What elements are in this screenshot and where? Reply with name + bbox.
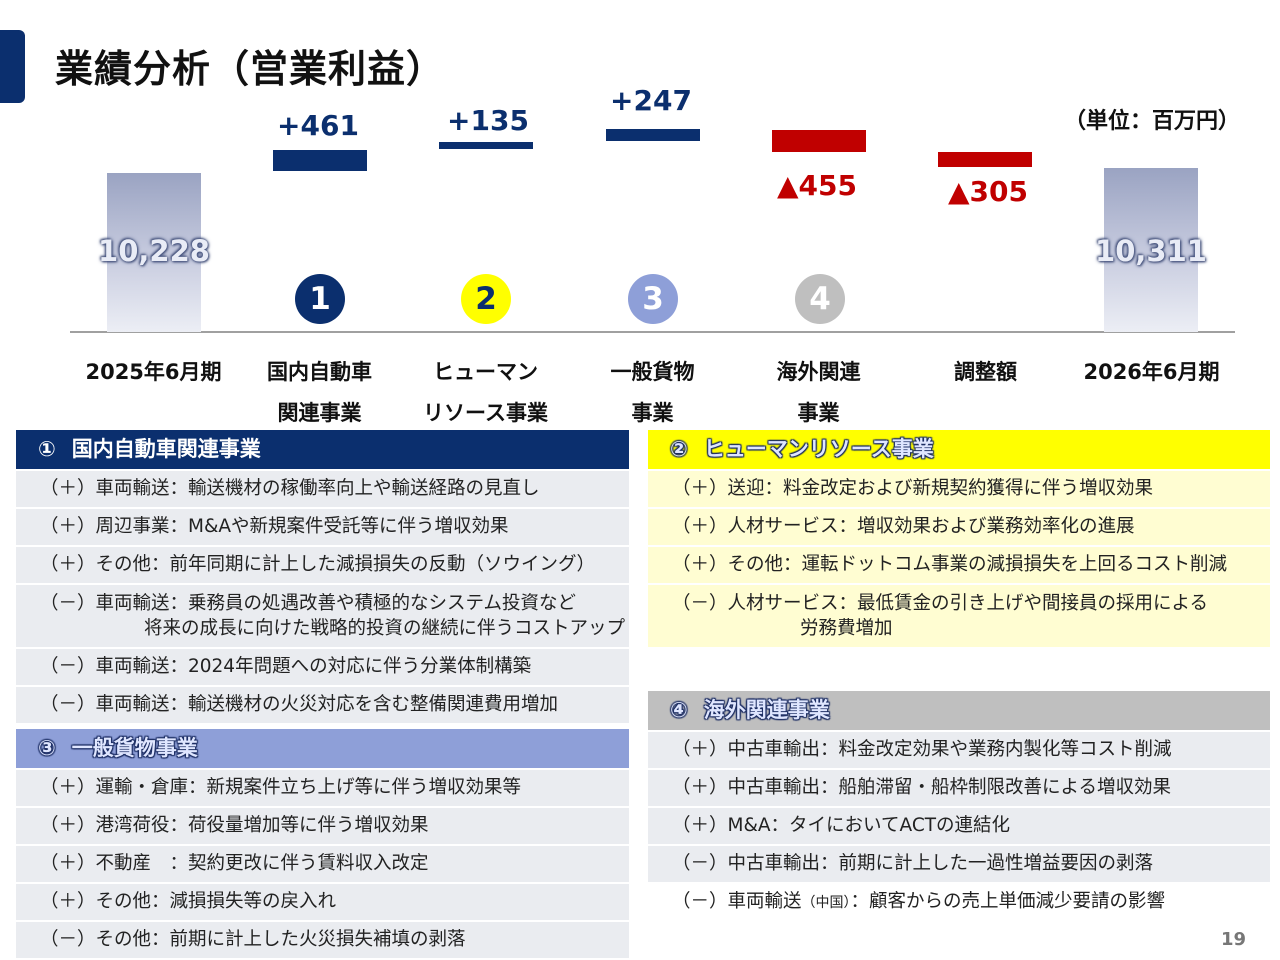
- list-item: （－）人材サービス：最低賃金の引き上げや間接員の採用による 労務費増加: [648, 585, 1270, 647]
- section-title: 海外関連事業: [703, 698, 830, 722]
- category-label-5: 調整額: [954, 360, 1017, 384]
- section-header: ③ 一般貨物事業: [16, 729, 629, 768]
- waterfall-chart: 10,228 +461 +135 +247 ▲455 ▲305 10,311 1…: [0, 0, 1280, 430]
- list-item-part: （－）車両輸送: [672, 891, 802, 912]
- category-label-line: 事業: [797, 401, 840, 425]
- section-number: ②: [670, 437, 688, 461]
- bar-delta-3: [606, 129, 700, 141]
- section-header: ① 国内自動車関連事業: [16, 430, 629, 469]
- list-item: （＋）港湾荷役：荷役量増加等に伴う増収効果: [16, 808, 629, 844]
- bar-delta-5: [938, 152, 1032, 167]
- list-item: （－）車両輸送：乗務員の処遇改善や積極的なシステム投資など 将来の成長に向けた戦…: [16, 585, 629, 647]
- list-item: （－）車両輸送：輸送機材の火災対応を含む整備関連費用増加: [16, 687, 629, 723]
- list-item: （＋）中古車輸出：船舶滞留・船枠制限改善による増収効果: [648, 770, 1270, 806]
- section-human-resources: ② ヒューマンリソース事業 （＋）送迎：料金改定および新規契約獲得に伴う増収効果 …: [648, 430, 1270, 647]
- list-item-line: （－）車両輸送：乗務員の処遇改善や積極的なシステム投資など: [40, 593, 576, 614]
- list-item-line: 労務費増加: [800, 618, 893, 639]
- list-item-line: 将来の成長に向けた戦略的投資の継続に伴うコストアップ: [144, 618, 626, 639]
- category-label-1: 国内自動車 関連事業: [232, 352, 407, 434]
- marker-circle-4: 4: [795, 274, 845, 324]
- category-label-line: リソース事業: [423, 401, 548, 425]
- list-item-note: （中国）: [801, 895, 851, 911]
- category-label-4: 海外関連 事業: [731, 352, 906, 434]
- section-number: ①: [38, 437, 56, 461]
- bar-delta-2: [439, 142, 533, 149]
- section-number: ③: [38, 736, 56, 760]
- section-general-freight: ③ 一般貨物事業 （＋）運輸・倉庫：新規案件立ち上げ等に伴う増収効果等 （＋）港湾…: [16, 729, 629, 958]
- bar-delta-4: [772, 130, 866, 152]
- list-item-line: （－）人材サービス：最低賃金の引き上げや間接員の採用による: [672, 593, 1208, 614]
- list-item: （＋）運輸・倉庫：新規案件立ち上げ等に伴う増収効果等: [16, 770, 629, 806]
- section-header: ④ 海外関連事業: [648, 691, 1270, 730]
- marker-circle-3: 3: [628, 274, 678, 324]
- list-item: （＋）その他：減損損失等の戻入れ: [16, 884, 629, 920]
- page-number: 19: [1220, 929, 1246, 950]
- category-label-line: 国内自動車: [267, 360, 372, 384]
- value-delta-2: +135: [447, 104, 529, 137]
- category-label-2025: 2025年6月期: [85, 360, 222, 384]
- list-item: （＋）不動産 ：契約更改に伴う賃料収入改定: [16, 846, 629, 882]
- section-header: ② ヒューマンリソース事業: [648, 430, 1270, 469]
- value-delta-3: +247: [610, 84, 692, 117]
- list-item-part: ：顧客からの売上単価減少要請の影響: [850, 891, 1166, 912]
- marker-circle-1: 1: [295, 274, 345, 324]
- list-item: （－）中古車輸出：前期に計上した一過性増益要因の剥落: [648, 846, 1270, 882]
- list-item: （＋）中古車輸出：料金改定効果や業務内製化等コスト削減: [648, 732, 1270, 768]
- section-title: ヒューマンリソース事業: [703, 437, 934, 461]
- value-delta-5: ▲305: [948, 175, 1028, 208]
- chart-baseline: [70, 331, 1235, 333]
- category-label-line: 関連事業: [277, 401, 362, 425]
- category-label-line: 事業: [631, 401, 674, 425]
- value-delta-4: ▲455: [777, 169, 857, 202]
- value-total-2026: 10,311: [1095, 234, 1207, 268]
- marker-circle-2: 2: [461, 274, 511, 324]
- list-item: （－）その他：前期に計上した火災損失補填の剥落: [16, 922, 629, 958]
- bar-delta-1: [273, 150, 367, 171]
- category-label-2: ヒューマンリソース事業: [398, 352, 573, 434]
- section-overseas: ④ 海外関連事業 （＋）中古車輸出：料金改定効果や業務内製化等コスト削減 （＋）中…: [648, 691, 1270, 921]
- list-item: （＋）その他：運転ドットコム事業の減損損失を上回るコスト削減: [648, 547, 1270, 583]
- section-domestic-auto: ① 国内自動車関連事業 （＋）車両輸送：輸送機材の稼働率向上や輸送経路の見直し （…: [16, 430, 629, 723]
- category-label-3: 一般貨物 事業: [565, 352, 740, 434]
- section-title: 一般貨物事業: [71, 736, 198, 760]
- value-delta-1: +461: [277, 109, 359, 142]
- list-item: （－）車両輸送（中国）：顧客からの売上単価減少要請の影響: [648, 884, 1270, 921]
- list-item: （＋）人材サービス：増収効果および業務効率化の進展: [648, 509, 1270, 545]
- list-item: （＋）車両輸送：輸送機材の稼働率向上や輸送経路の見直し: [16, 471, 629, 507]
- list-item: （＋）その他：前年同期に計上した減損損失の反動（ソウイング）: [16, 547, 629, 583]
- section-title: 国内自動車関連事業: [71, 437, 261, 461]
- list-item: （－）車両輸送：2024年問題への対応に伴う分業体制構築: [16, 649, 629, 685]
- category-label-line: 一般貨物: [610, 360, 695, 384]
- list-item: （＋）M&A：タイにおいてACTの連結化: [648, 808, 1270, 844]
- list-item: （＋）送迎：料金改定および新規契約獲得に伴う増収効果: [648, 471, 1270, 507]
- category-label-line: 海外関連: [776, 360, 861, 384]
- category-label-2026: 2026年6月期: [1083, 360, 1220, 384]
- value-total-2025: 10,228: [98, 234, 210, 268]
- category-label-line: ヒューマン: [433, 360, 538, 384]
- list-item: （＋）周辺事業：M&Aや新規案件受託等に伴う増収効果: [16, 509, 629, 545]
- section-number: ④: [670, 698, 688, 722]
